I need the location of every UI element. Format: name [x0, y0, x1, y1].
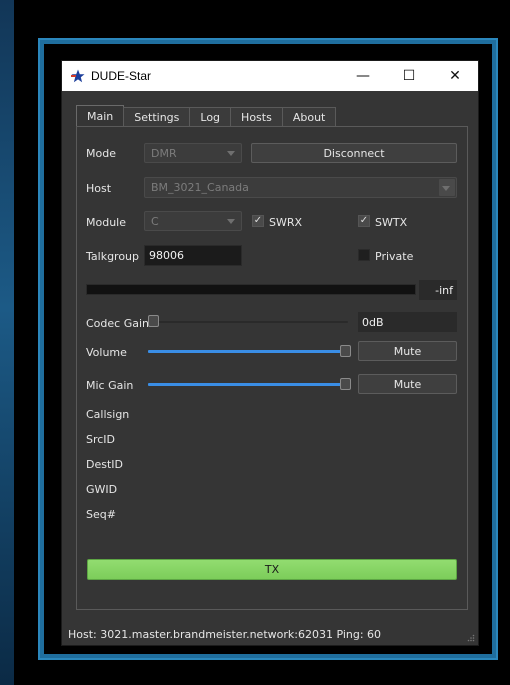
- chevron-down-icon: [442, 185, 450, 191]
- callsign-label: Callsign: [86, 408, 130, 421]
- maximize-icon: ☐: [402, 68, 416, 84]
- volume-slider-handle[interactable]: [340, 345, 351, 357]
- mic-gain-label: Mic Gain: [86, 379, 134, 392]
- tx-button[interactable]: TX: [87, 559, 457, 580]
- title-bar[interactable]: DUDE-Star — ☐ ✕: [62, 61, 478, 91]
- close-button[interactable]: ✕: [432, 61, 478, 91]
- window-controls: — ☐ ✕: [340, 61, 478, 91]
- window-title: DUDE-Star: [91, 69, 152, 83]
- host-label: Host: [86, 182, 112, 195]
- mode-value: DMR: [151, 146, 177, 160]
- volume-label: Volume: [86, 346, 127, 359]
- tab-hosts[interactable]: Hosts: [230, 107, 283, 127]
- maximize-button[interactable]: ☐: [386, 61, 432, 91]
- desktop-wallpaper-strip: [0, 0, 14, 685]
- mic-gain-mute-button[interactable]: Mute: [358, 374, 457, 394]
- host-value: BM_3021_Canada: [151, 181, 249, 194]
- chevron-down-icon: [227, 219, 235, 224]
- status-bar: Host: 3021.master.brandmeister.network:6…: [62, 623, 478, 645]
- private-label: Private: [375, 250, 414, 263]
- codec-gain-label: Codec Gain: [86, 317, 149, 330]
- tab-settings[interactable]: Settings: [123, 107, 191, 127]
- checkmark-icon: ✓: [359, 215, 369, 226]
- swrx-checkbox[interactable]: ✓: [252, 215, 264, 227]
- close-icon: ✕: [449, 68, 461, 84]
- swtx-label: SWTX: [375, 216, 408, 229]
- codec-gain-readout: 0dB: [358, 312, 457, 332]
- module-value: C: [151, 214, 159, 228]
- status-text: Host: 3021.master.brandmeister.network:6…: [68, 627, 382, 641]
- srcid-label: SrcID: [86, 433, 116, 446]
- chevron-down-icon: [227, 151, 235, 156]
- minimize-button[interactable]: —: [340, 61, 386, 91]
- volume-mute-button[interactable]: Mute: [358, 341, 457, 361]
- swrx-label: SWRX: [269, 216, 303, 229]
- disconnect-button[interactable]: Disconnect: [251, 143, 457, 163]
- minimize-icon: —: [356, 68, 370, 84]
- seq-label: Seq#: [86, 508, 116, 521]
- checkmark-icon: ✓: [253, 215, 263, 226]
- talkgroup-label: Talkgroup: [86, 250, 140, 263]
- host-select[interactable]: BM_3021_Canada: [144, 177, 457, 198]
- module-label: Module: [86, 216, 126, 229]
- talkgroup-input[interactable]: 98006: [144, 245, 242, 266]
- mic-gain-slider-handle[interactable]: [340, 378, 351, 390]
- level-readout: -inf: [419, 280, 457, 300]
- volume-slider-track[interactable]: [148, 350, 344, 353]
- resize-grip-icon[interactable]: [467, 634, 475, 642]
- star-icon: [71, 69, 85, 83]
- mode-select[interactable]: DMR: [144, 143, 242, 163]
- audio-level-meter: [86, 284, 416, 295]
- gwid-label: GWID: [86, 483, 118, 496]
- codec-gain-slider-handle[interactable]: [148, 315, 159, 327]
- app-window: DUDE-Star — ☐ ✕ Main Settings Log Hosts …: [61, 60, 479, 646]
- swtx-checkbox[interactable]: ✓: [358, 215, 370, 227]
- talkgroup-value: 98006: [149, 249, 184, 262]
- main-tab-panel: [76, 126, 468, 610]
- mic-gain-slider-track[interactable]: [148, 383, 344, 386]
- destid-label: DestID: [86, 458, 123, 471]
- module-select[interactable]: C: [144, 211, 242, 231]
- tab-main[interactable]: Main: [76, 105, 125, 127]
- codec-gain-slider-track[interactable]: [148, 321, 348, 323]
- tab-log[interactable]: Log: [189, 107, 232, 127]
- tab-about[interactable]: About: [281, 107, 337, 127]
- private-checkbox[interactable]: [358, 249, 370, 261]
- tab-bar: Main Settings Log Hosts About: [76, 105, 337, 127]
- mode-label: Mode: [86, 147, 116, 160]
